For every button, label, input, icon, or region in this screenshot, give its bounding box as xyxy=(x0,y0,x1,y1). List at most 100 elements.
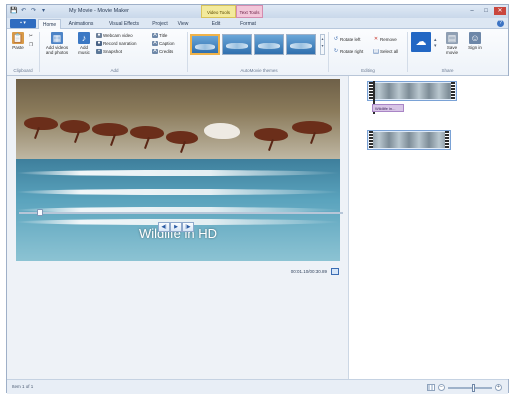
seek-thumb[interactable] xyxy=(37,209,43,216)
thumbnail-size-icon[interactable] xyxy=(427,384,435,391)
customize-toolbar-icon[interactable]: ▾ xyxy=(40,7,47,15)
ribbon-separator xyxy=(328,32,329,72)
file-menu-button[interactable]: ▪ ▾ xyxy=(10,19,36,28)
rotate-left-icon: ↺ xyxy=(333,36,339,43)
record-narration-button[interactable]: ● Record narration xyxy=(96,41,137,47)
snapshot-button[interactable]: ▪ Snapshot xyxy=(96,49,122,55)
caption-button[interactable]: A Caption xyxy=(152,41,175,47)
caption-label: Caption xyxy=(159,41,175,46)
title-button[interactable]: A Title xyxy=(152,33,167,39)
tab-format[interactable]: Format xyxy=(236,19,260,29)
storyboard-pane xyxy=(349,76,509,379)
ribbon: 📋 Paste ✂ ❐ Clipboard ▦ Add videos and p… xyxy=(7,29,508,76)
credits-button[interactable]: A Credits xyxy=(152,49,173,55)
horse-image xyxy=(60,120,90,133)
themes-gallery-scroll[interactable]: ▴ ▾ xyxy=(320,34,325,55)
credits-label: Credits xyxy=(159,49,174,54)
narration-label: Record narration xyxy=(103,41,137,46)
white-horse-image xyxy=(204,123,240,139)
redo-icon[interactable]: ↷ xyxy=(30,7,37,15)
storyboard-clip-2[interactable] xyxy=(367,130,451,150)
music-note-icon: ♪ xyxy=(78,32,90,44)
help-icon[interactable]: ? xyxy=(497,20,504,27)
title-icon: A xyxy=(152,32,158,39)
undo-icon[interactable]: ↶ xyxy=(20,7,27,15)
remove-button[interactable]: ✕ Remove xyxy=(373,37,397,43)
rotate-left-label: Rotate left xyxy=(340,37,361,42)
zoom-out-button[interactable]: − xyxy=(438,384,445,391)
rotate-left-button[interactable]: ↺ Rotate left xyxy=(333,37,361,43)
storyboard-caption-block[interactable]: Wildlife in... xyxy=(372,104,404,112)
video-preview-monitor[interactable]: Wildlife in HD xyxy=(16,79,340,261)
tab-animations[interactable]: Animations xyxy=(64,19,98,29)
next-frame-button[interactable]: |▶ xyxy=(182,222,194,232)
automovie-themes-group-label: AutoMovie themes xyxy=(240,68,278,73)
horse-image xyxy=(24,117,58,130)
automovie-theme-contemporary[interactable] xyxy=(222,34,252,55)
select-all-button[interactable]: ▦ Select all xyxy=(373,49,398,55)
tab-home[interactable]: Home xyxy=(38,19,61,29)
caption-icon: A xyxy=(152,40,158,47)
title-label: Title xyxy=(159,33,168,38)
tab-edit[interactable]: Edit xyxy=(207,19,225,29)
close-button[interactable]: ✕ xyxy=(494,7,506,15)
zoom-slider[interactable] xyxy=(448,383,492,392)
ribbon-separator xyxy=(187,32,188,72)
fullscreen-preview-button[interactable] xyxy=(331,268,339,275)
horse-image xyxy=(92,123,128,136)
seek-bar[interactable] xyxy=(19,212,343,214)
add-music-button[interactable]: ♪ Add music xyxy=(74,32,94,55)
horse-image xyxy=(166,131,198,144)
tab-visual-effects[interactable]: Visual Effects xyxy=(102,19,146,29)
title-bar: 💾 ↶ ↷ ▾ My Movie - Movie Maker Video Too… xyxy=(7,5,508,18)
share-skydrive-button[interactable]: ☁ xyxy=(410,32,432,53)
sign-in-label: Sign in xyxy=(468,45,482,50)
snapshot-label: Snapshot xyxy=(103,49,123,54)
save-icon[interactable]: 💾 xyxy=(10,7,17,15)
copy-icon[interactable]: ❐ xyxy=(29,42,33,48)
automovie-theme-cinematic[interactable] xyxy=(254,34,284,55)
window-controls: – □ ✕ xyxy=(466,7,506,15)
tab-view[interactable]: View xyxy=(174,19,192,29)
sign-in-icon: ☺ xyxy=(469,32,481,44)
quick-access-toolbar: 💾 ↶ ↷ ▾ xyxy=(10,7,47,15)
sign-in-button[interactable]: ☺ Sign in xyxy=(467,32,483,50)
tab-project[interactable]: Project xyxy=(148,19,172,29)
maximize-button[interactable]: □ xyxy=(480,7,492,15)
automovie-theme-default[interactable] xyxy=(190,34,220,55)
share-group-label: Share xyxy=(441,68,454,73)
play-button[interactable]: ▶ xyxy=(170,222,182,232)
cut-icon[interactable]: ✂ xyxy=(29,33,33,39)
zoom-in-button[interactable]: + xyxy=(495,384,502,391)
editing-group-label: Editing xyxy=(361,68,375,73)
save-movie-label: Save movie xyxy=(445,45,458,55)
save-movie-icon: ▤ xyxy=(446,32,458,44)
ribbon-separator xyxy=(39,32,40,72)
add-videos-and-photos-button[interactable]: ▦ Add videos and photos xyxy=(42,32,72,55)
playback-timecode: 00:01.10/00:30.89 xyxy=(290,269,327,274)
paste-button[interactable]: 📋 Paste xyxy=(10,32,26,50)
storyboard-clip-video[interactable] xyxy=(367,81,457,101)
add-music-label: Add music xyxy=(78,45,90,55)
window-title: My Movie - Movie Maker xyxy=(69,8,129,14)
minimize-button[interactable]: – xyxy=(466,7,478,15)
share-gallery-scroll-icon[interactable]: ▴ ▾ xyxy=(434,37,437,49)
select-all-icon: ▦ xyxy=(373,48,379,55)
add-group-label: Add xyxy=(110,68,119,73)
microphone-icon: ● xyxy=(96,40,102,47)
credits-icon: A xyxy=(152,48,158,55)
movie-maker-window: 💾 ↶ ↷ ▾ My Movie - Movie Maker Video Too… xyxy=(6,4,509,394)
status-item-count: Item 1 of 1 xyxy=(12,384,34,389)
rotate-right-icon: ↻ xyxy=(333,48,339,55)
webcam-video-button[interactable]: ● Webcam video xyxy=(96,33,133,39)
ribbon-tabs: ▪ ▾ Home Animations Visual Effects Proje… xyxy=(7,18,508,29)
save-movie-button[interactable]: ▤ Save movie xyxy=(442,32,462,55)
zoom-slider-thumb[interactable] xyxy=(472,383,475,392)
playback-controls: ◀| ▶ |▶ xyxy=(158,222,194,232)
cloud-icon: ☁ xyxy=(411,32,431,52)
zoom-controls: − + xyxy=(427,383,502,392)
previous-frame-button[interactable]: ◀| xyxy=(158,222,170,232)
rotate-right-button[interactable]: ↻ Rotate right xyxy=(333,49,363,55)
horse-image xyxy=(292,121,332,134)
automovie-theme-fade[interactable] xyxy=(286,34,316,55)
